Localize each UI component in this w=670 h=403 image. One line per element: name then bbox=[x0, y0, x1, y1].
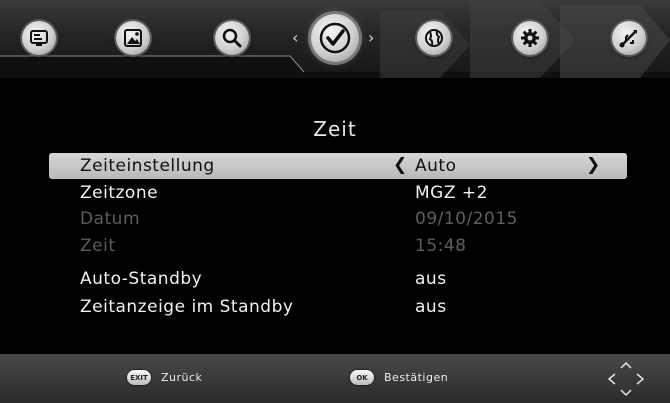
clock-icon bbox=[319, 22, 351, 54]
menu-item-label: Zeit bbox=[80, 236, 116, 256]
menu-item-label: Zeitzone bbox=[80, 183, 159, 203]
chevron-right-icon[interactable]: ❯ bbox=[586, 155, 600, 175]
tv-icon bbox=[30, 30, 48, 46]
menu-item-datum: Datum 09/10/2015 bbox=[49, 206, 627, 232]
menu-item-value: aus bbox=[415, 269, 447, 289]
osd-screen: ‹ › Zeit Zeiteinstellung ❮ Auto ❯ Zeitzo… bbox=[0, 0, 670, 403]
menu-item-label: Zeiteinstellung bbox=[80, 156, 215, 176]
tab-picture[interactable] bbox=[116, 21, 150, 55]
menu-item-label: Zeitanzeige im Standby bbox=[80, 297, 294, 317]
menu-item-value: 15:48 bbox=[415, 236, 467, 256]
tab-settings[interactable] bbox=[513, 21, 547, 55]
gear-icon bbox=[521, 29, 539, 47]
tab-tv[interactable] bbox=[22, 21, 56, 55]
tab-usb[interactable] bbox=[612, 21, 646, 55]
hint-back-label: Zurück bbox=[161, 371, 203, 384]
tab-time[interactable] bbox=[311, 14, 359, 62]
menu-item-value: 09/10/2015 bbox=[415, 209, 518, 229]
ok-key-icon: OK bbox=[350, 370, 374, 385]
menu-item-zeitanzeige-standby[interactable]: Zeitanzeige im Standby aus bbox=[49, 294, 627, 320]
tab-next-arrow[interactable]: › bbox=[368, 28, 374, 47]
tab-search[interactable] bbox=[215, 21, 249, 55]
menu-item-label: Datum bbox=[80, 209, 141, 229]
page-title: Zeit bbox=[313, 117, 357, 141]
chevron-left-icon[interactable]: ❮ bbox=[393, 155, 407, 175]
menu-item-value: Auto bbox=[415, 156, 457, 176]
menu-item-auto-standby[interactable]: Auto-Standby aus bbox=[49, 266, 627, 292]
menu-tab-bar: ‹ › bbox=[0, 0, 670, 78]
exit-key-icon: EXIT bbox=[127, 370, 151, 385]
search-icon bbox=[222, 28, 242, 48]
menu-item-value: MGZ +2 bbox=[415, 183, 488, 203]
menu-item-zeit: Zeit 15:48 bbox=[49, 233, 627, 259]
hint-confirm-label: Bestätigen bbox=[384, 371, 449, 384]
menu-item-value: aus bbox=[415, 297, 447, 317]
usb-icon bbox=[619, 30, 637, 48]
hint-back[interactable]: EXIT Zurück bbox=[127, 370, 202, 385]
picture-icon bbox=[124, 29, 142, 47]
help-bar: EXIT Zurück OK Bestätigen bbox=[0, 354, 670, 403]
tab-prev-arrow[interactable]: ‹ bbox=[292, 28, 298, 47]
navigation-arrows-icon bbox=[607, 361, 645, 397]
menu-item-zeitzone[interactable]: Zeitzone MGZ +2 bbox=[49, 180, 627, 206]
menu-item-label: Auto-Standby bbox=[80, 269, 203, 289]
hint-confirm[interactable]: OK Bestätigen bbox=[350, 370, 448, 385]
globe-icon bbox=[425, 29, 443, 47]
menu-item-zeiteinstellung[interactable]: Zeiteinstellung ❮ Auto ❯ bbox=[49, 153, 627, 179]
tab-language[interactable] bbox=[417, 21, 451, 55]
